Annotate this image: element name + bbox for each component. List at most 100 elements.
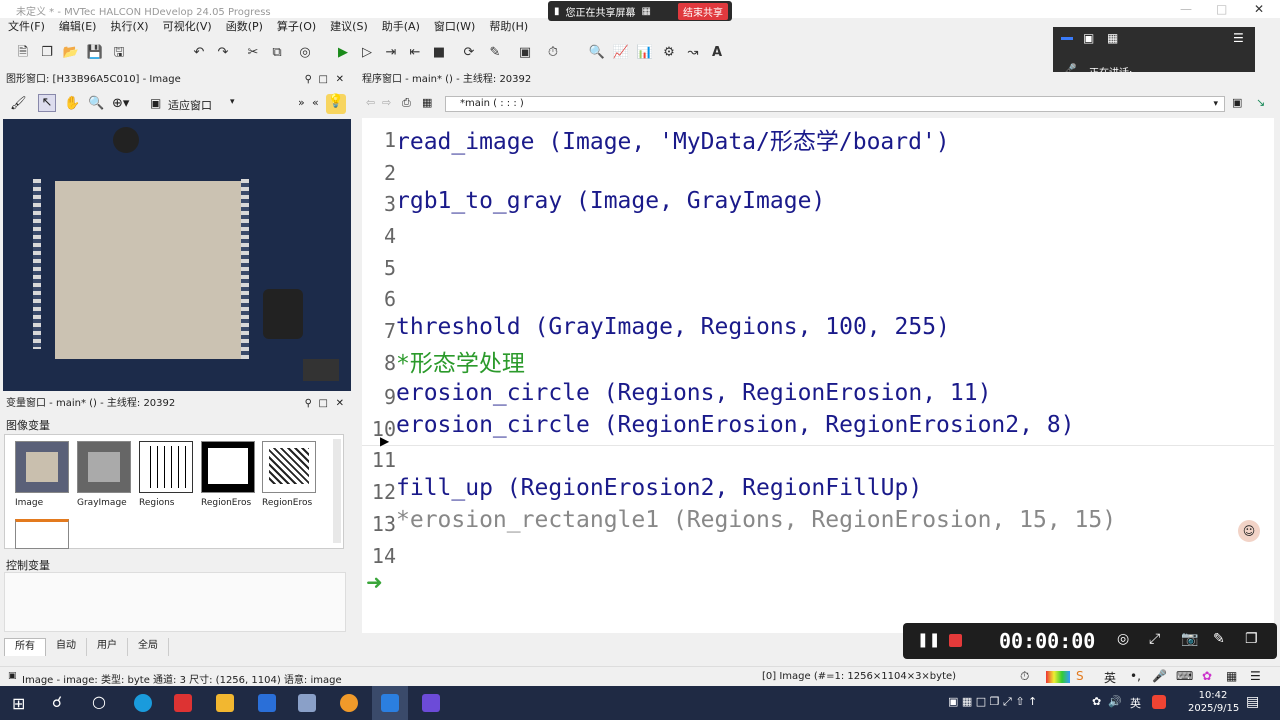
pause-icon[interactable]: ❚❚ <box>917 632 940 648</box>
windows-start-icon[interactable]: ⊞ <box>12 694 25 713</box>
minimize-meeting-icon[interactable] <box>1061 37 1073 40</box>
menu-procedures[interactable]: 函数(P) <box>226 18 263 36</box>
tray-icons[interactable]: ▣ ▦ □ ❐ ⤢ ⇧ ↑ <box>948 695 1037 709</box>
pen-icon[interactable]: ✎ <box>1213 631 1225 647</box>
target-icon[interactable]: ◎ <box>1117 631 1129 647</box>
close-button[interactable]: ✕ <box>1254 2 1264 16</box>
fit-window-select[interactable]: 适应窗口 <box>168 97 212 113</box>
feature-icon[interactable]: ⚙ <box>660 44 678 62</box>
close-icon[interactable]: ✕ <box>336 72 344 88</box>
search-icon[interactable]: ☌ <box>52 693 62 711</box>
menu-visualize[interactable]: 可视化(V) <box>163 18 212 36</box>
open-icon[interactable]: 📂 <box>62 44 80 62</box>
stop-record-icon[interactable] <box>949 634 962 647</box>
taskbar-clock[interactable]: 10:42 2025/9/15 <box>1188 689 1239 715</box>
profile-icon[interactable]: ⏱ <box>544 44 562 62</box>
hand-icon[interactable]: ✋ <box>64 96 80 111</box>
copy-icon[interactable]: ⧉ <box>268 44 286 62</box>
arrow-icon[interactable]: ↘ <box>1256 96 1265 109</box>
window-icon[interactable]: ▣ <box>1083 31 1094 45</box>
menu-icon[interactable]: ☰ <box>1233 31 1244 45</box>
menu-operators[interactable]: 算子(O) <box>277 18 316 36</box>
fit-icon[interactable]: ▣ <box>150 96 161 110</box>
insert-code-icon[interactable]: ✎ <box>486 44 504 62</box>
menu-assistants[interactable]: 助手(A) <box>382 18 420 36</box>
forward-icon[interactable]: ⇨ <box>382 96 391 109</box>
pin-icon[interactable]: ⚲ <box>305 72 312 88</box>
stop-icon[interactable]: ■ <box>430 44 448 62</box>
new-window-icon[interactable]: ❐ <box>38 44 56 62</box>
procedure-select[interactable]: *main ( : : : ) ▾ <box>445 96 1225 112</box>
code-comment-line[interactable]: *形态学处理 <box>396 344 525 378</box>
binoculars-icon[interactable]: ◎ <box>296 44 314 62</box>
stop-share-icon[interactable]: ▦ <box>642 6 651 17</box>
menu-suggestions[interactable]: 建议(S) <box>330 18 368 36</box>
volume-icon[interactable]: 🔊 <box>1108 695 1122 708</box>
graph-icon[interactable]: ↝ <box>684 44 702 62</box>
step-into-icon[interactable]: ⇤ <box>406 44 424 62</box>
procedure-icon[interactable]: ▦ <box>422 96 432 109</box>
save-all-icon[interactable]: 🖫 <box>110 44 128 62</box>
thumbnail-regionfillup[interactable] <box>15 519 69 549</box>
code-line[interactable]: rgb1_to_gray (Image, GrayImage) <box>396 188 825 214</box>
maximize-button[interactable]: □ <box>1216 2 1227 16</box>
code-line[interactable]: threshold (GrayImage, Regions, 100, 255) <box>396 314 950 340</box>
ime-language[interactable]: 英 <box>1104 669 1116 686</box>
code-line[interactable]: erosion_circle (RegionErosion, RegionEro… <box>396 412 1075 438</box>
tab-global[interactable]: 全局 <box>128 638 169 656</box>
window-toggle-icon[interactable]: ❐ <box>1245 631 1258 647</box>
chevron-down-icon[interactable]: ▾ <box>230 97 235 107</box>
menu-window[interactable]: 窗口(W) <box>434 18 475 36</box>
end-share-button[interactable]: 结束共享 <box>678 2 728 20</box>
menu-execute[interactable]: 执行(X) <box>110 18 148 36</box>
pin-icon[interactable]: ⚲ <box>305 396 312 412</box>
grid-icon[interactable]: ▦ <box>1107 31 1118 45</box>
code-line[interactable]: read_image (Image, 'MyData/形态学/board') <box>396 122 950 156</box>
new-file-icon[interactable]: 🗎 <box>14 44 32 62</box>
region-icon[interactable]: ▣ <box>516 44 534 62</box>
step-over-icon[interactable]: ⇥ <box>382 44 400 62</box>
save-icon[interactable]: 💾 <box>86 44 104 62</box>
tab-all[interactable]: 所有 <box>4 638 46 656</box>
minimize-button[interactable]: — <box>1180 2 1192 16</box>
thumbnail-regions[interactable] <box>139 441 193 493</box>
app-icon[interactable] <box>298 694 316 712</box>
thumbnail-image[interactable] <box>15 441 69 493</box>
thumbnail-grayimage[interactable] <box>77 441 131 493</box>
mvtec-icon[interactable] <box>422 694 440 712</box>
lightbulb-icon[interactable]: 💡 <box>326 94 346 114</box>
menu-help[interactable]: 帮助(H) <box>489 18 528 36</box>
close-icon[interactable]: ✕ <box>336 396 344 412</box>
notification-icon[interactable]: ▤ <box>1246 694 1259 710</box>
ime-logo-icon[interactable]: S <box>1076 669 1084 683</box>
collapse-icon[interactable]: « <box>312 96 319 109</box>
halcon-icon[interactable] <box>340 694 358 712</box>
line-profile-icon[interactable]: 📈 <box>612 44 630 62</box>
thumbnail-scrollbar[interactable] <box>333 439 341 543</box>
clock-icon[interactable]: ⏱ <box>1020 669 1029 684</box>
ime-tray-icon[interactable] <box>1152 695 1166 709</box>
redo-icon[interactable]: ↷ <box>214 44 232 62</box>
microphone-icon[interactable]: 🎤 <box>1152 669 1167 683</box>
colors-icon[interactable] <box>1046 671 1070 683</box>
menu-file[interactable]: 文件(F) <box>8 18 45 36</box>
print-icon[interactable]: ⎙ <box>402 96 411 110</box>
brush-icon[interactable]: 🖌 <box>10 96 27 111</box>
tab-auto[interactable]: 自动 <box>46 638 87 656</box>
edit-procedure-icon[interactable]: ▣ <box>1232 96 1242 109</box>
code-editor[interactable]: 1 read_image (Image, 'MyData/形态学/board')… <box>362 118 1274 633</box>
task-view-icon[interactable]: ○ <box>92 692 106 711</box>
wifi-icon[interactable]: ✿ <box>1092 695 1101 708</box>
histogram-icon[interactable]: 📊 <box>636 44 654 62</box>
edge-icon[interactable] <box>134 694 152 712</box>
cut-icon[interactable]: ✂ <box>244 44 262 62</box>
more-icon[interactable]: ☰ <box>1250 669 1261 683</box>
float-icon[interactable]: □ <box>319 396 328 412</box>
code-line[interactable]: fill_up (RegionErosion2, RegionFillUp) <box>396 475 922 501</box>
camera-icon[interactable]: 📷 <box>1181 631 1198 647</box>
undo-icon[interactable]: ↶ <box>190 44 208 62</box>
zoom-icon[interactable]: 🔍 <box>588 44 606 62</box>
ime-indicator[interactable]: 英 <box>1130 695 1141 711</box>
pcb-image[interactable] <box>3 119 351 391</box>
menu-edit[interactable]: 编辑(E) <box>59 18 97 36</box>
